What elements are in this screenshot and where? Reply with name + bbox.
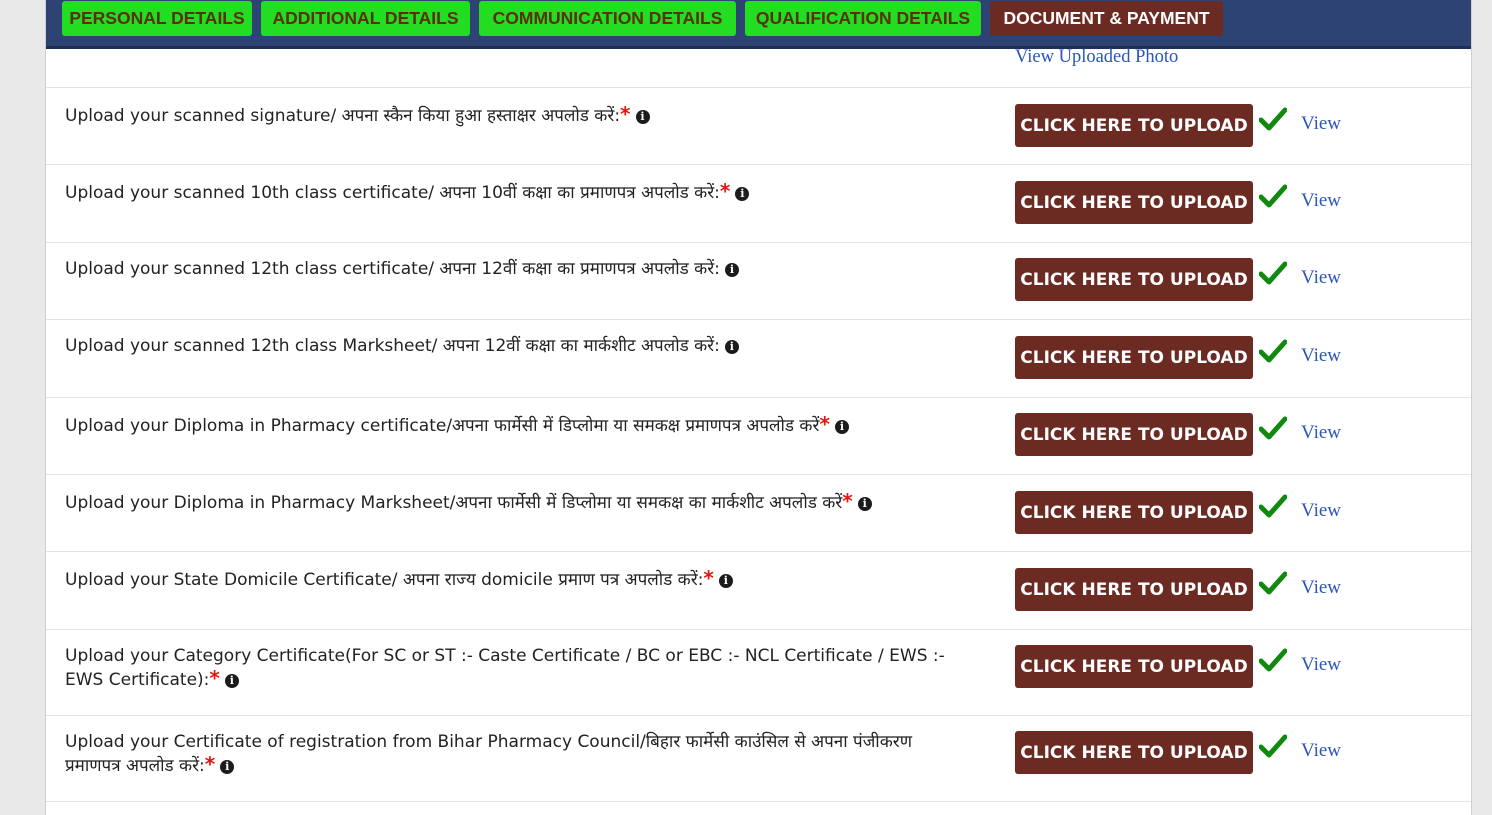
view-link[interactable]: View [1301, 345, 1341, 367]
upload-button[interactable]: CLICK HERE TO UPLOAD [1015, 104, 1253, 147]
row-divider [46, 397, 1471, 398]
upload-label: Upload your State Domicile Certificate/ … [65, 567, 945, 591]
row-divider [46, 87, 1471, 88]
info-icon[interactable]: i [724, 340, 739, 354]
checkmark-icon [1258, 648, 1288, 672]
checkmark-icon [1258, 734, 1288, 758]
row-divider [46, 629, 1471, 630]
upload-button[interactable]: CLICK HERE TO UPLOAD [1015, 491, 1253, 534]
upload-label-text: Upload your Diploma in Pharmacy Markshee… [65, 493, 843, 513]
upload-label: Upload your scanned 12th class certifica… [65, 258, 945, 280]
checkmark-icon [1258, 494, 1288, 518]
tab-additional-details[interactable]: ADDITIONAL DETAILS [261, 1, 470, 36]
row-divider [46, 164, 1471, 165]
checkmark-icon [1258, 339, 1288, 363]
required-asterisk: * [204, 752, 216, 776]
required-asterisk: * [703, 566, 714, 590]
upload-button[interactable]: CLICK HERE TO UPLOAD [1015, 181, 1253, 224]
upload-label-text: Upload your scanned 10th class certifica… [65, 183, 720, 203]
upload-label: Upload your Diploma in Pharmacy certific… [65, 413, 945, 437]
required-asterisk: * [719, 179, 731, 203]
info-icon[interactable]: i [635, 110, 650, 124]
info-icon[interactable]: i [857, 497, 872, 511]
tab-qualification-details[interactable]: QUALIFICATION DETAILS [745, 1, 981, 36]
checkmark-icon [1258, 571, 1288, 595]
tab-communication-details[interactable]: COMMUNICATION DETAILS [479, 1, 736, 36]
tab-document-payment[interactable]: DOCUMENT & PAYMENT [990, 1, 1223, 36]
upload-label-text: Upload your scanned signature/ अपना स्कै… [65, 106, 621, 126]
tab-personal-details[interactable]: PERSONAL DETAILS [62, 1, 252, 36]
upload-button[interactable]: CLICK HERE TO UPLOAD [1015, 413, 1253, 456]
upload-label: Upload your scanned 12th class Marksheet… [65, 335, 945, 357]
checkmark-icon [1258, 261, 1288, 285]
row-divider [46, 474, 1471, 475]
view-link[interactable]: View [1301, 654, 1341, 676]
checkmark-icon [1258, 107, 1288, 131]
upload-button[interactable]: CLICK HERE TO UPLOAD [1015, 645, 1253, 688]
upload-button[interactable]: CLICK HERE TO UPLOAD [1015, 258, 1253, 301]
view-link[interactable]: View [1301, 190, 1341, 212]
info-icon[interactable]: i [724, 263, 739, 277]
upload-label-text: Upload your Category Certificate(For SC … [65, 646, 945, 690]
tab-bar: PERSONAL DETAILS ADDITIONAL DETAILS COMM… [46, 0, 1471, 49]
upload-button[interactable]: CLICK HERE TO UPLOAD [1015, 568, 1253, 611]
view-link[interactable]: View [1301, 267, 1341, 289]
required-asterisk: * [209, 666, 220, 690]
row-divider [46, 319, 1471, 320]
required-asterisk: * [842, 489, 853, 513]
info-icon[interactable]: i [718, 574, 733, 588]
upload-label: Upload your Category Certificate(For SC … [65, 645, 945, 691]
upload-label-text: Upload your scanned 12th class certifica… [65, 259, 720, 279]
upload-label-text: Upload your State Domicile Certificate/ … [65, 570, 704, 590]
view-link[interactable]: View [1301, 113, 1341, 135]
upload-label-text: Upload your scanned 12th class Marksheet… [65, 336, 720, 356]
upload-label: Upload your Diploma in Pharmacy Markshee… [65, 490, 945, 514]
row-divider [46, 551, 1471, 552]
view-link[interactable]: View [1301, 740, 1341, 762]
required-asterisk: * [620, 102, 631, 126]
upload-label: Upload your scanned signature/ अपना स्कै… [65, 103, 945, 127]
upload-button[interactable]: CLICK HERE TO UPLOAD [1015, 731, 1253, 774]
info-icon[interactable]: i [834, 420, 849, 434]
row-divider [46, 242, 1471, 243]
info-icon[interactable]: i [224, 674, 239, 688]
upload-button[interactable]: CLICK HERE TO UPLOAD [1015, 336, 1253, 379]
info-icon[interactable]: i [735, 187, 750, 201]
view-link[interactable]: View [1301, 500, 1341, 522]
upload-label-text: Upload your Diploma in Pharmacy certific… [65, 416, 820, 436]
required-asterisk: * [819, 412, 830, 436]
document-upload-panel: PERSONAL DETAILS ADDITIONAL DETAILS COMM… [45, 0, 1472, 815]
upload-label-text: Upload your Certificate of registration … [65, 732, 913, 776]
view-link[interactable]: View [1301, 577, 1341, 599]
row-divider [46, 715, 1471, 716]
upload-label: Upload your scanned 10th class certifica… [65, 180, 945, 204]
info-icon[interactable]: i [220, 760, 235, 774]
view-uploaded-photo-link[interactable]: View Uploaded Photo [1015, 47, 1178, 68]
upload-label: Upload your Certificate of registration … [65, 731, 945, 777]
checkmark-icon [1258, 184, 1288, 208]
checkmark-icon [1258, 416, 1288, 440]
view-link[interactable]: View [1301, 422, 1341, 444]
row-divider [46, 801, 1471, 802]
